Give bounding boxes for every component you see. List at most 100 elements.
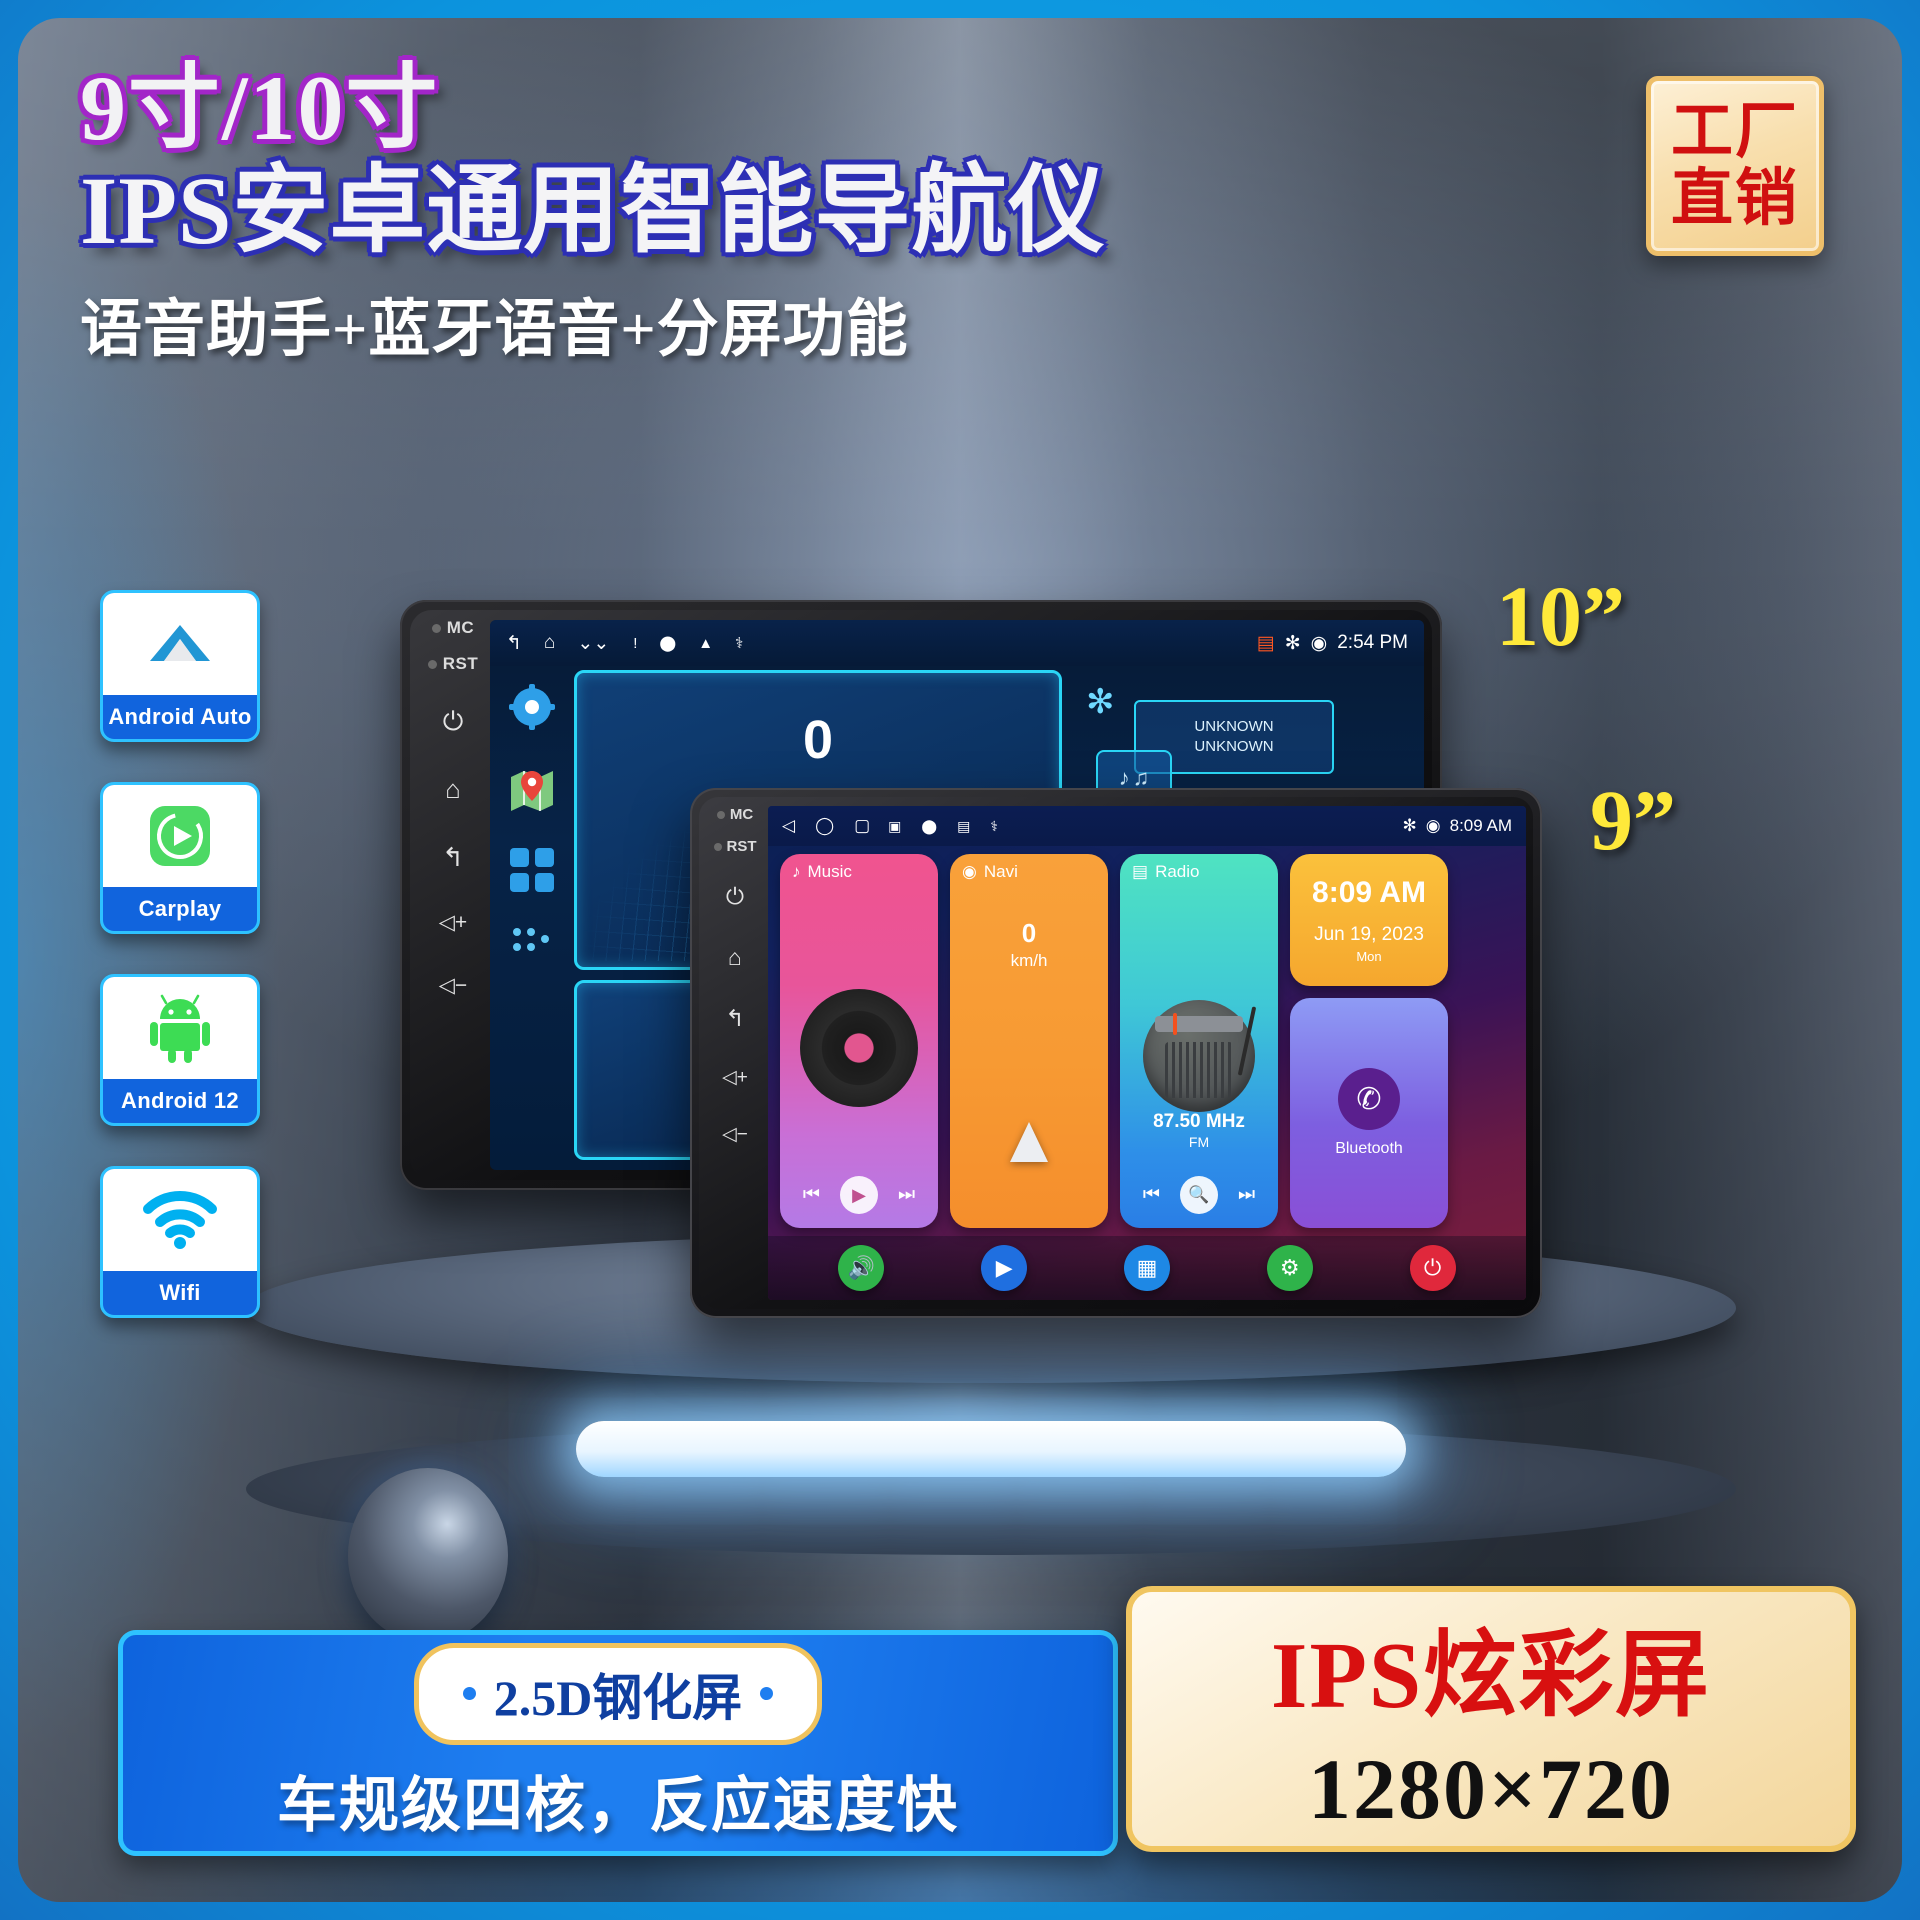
sd-card-icon: ▣ [888,817,902,834]
device-9-nav-icons: ◁ ◯ ▢ [782,816,870,836]
mc-indicator-dot [716,810,725,819]
phone-icon: ✆ [1338,1068,1400,1130]
radio-illustration [1143,999,1257,1112]
home-icon[interactable]: ⌂ [544,632,555,654]
feature-card-android-auto[interactable]: Android Auto [100,590,260,742]
feature-card-android12[interactable]: Android 12 [100,974,260,1126]
pill-bead-left [462,1687,476,1700]
volume-down-icon[interactable]: ◁− [439,975,467,996]
power-icon[interactable]: ⏻ [443,708,464,734]
device-10-status-bar: ↰ ⌂ ⌄⌄ ! ⬤ ▲ ⚕ ▤ ✻ ◉ 2:54 PM [490,620,1424,666]
usb-icon: ⚕ [990,817,998,834]
ips-resolution-badge: IPS炫彩屏 1280×720 [1126,1586,1856,1852]
home-icon[interactable]: ⌂ [728,946,742,969]
feature-card-carplay[interactable]: Carplay [100,782,260,934]
mc-button[interactable]: MC [716,806,753,823]
feature-card-wifi[interactable]: Wifi [100,1166,260,1318]
device-9-screen: ◁ ◯ ▢ ▣ ⬤ ▤ ⚕ ✻ ◉ 8:09 AM ♪ Music ⏮ ▶ ⏭ … [768,806,1526,1300]
feature-label: Android Auto [108,704,252,729]
home-circle-icon[interactable]: ◯ [815,816,834,836]
headline-size-line: 9寸/10寸 [80,57,440,159]
alert-triangle-icon: ▲ [698,634,714,652]
volume-up-icon[interactable]: ◁+ [722,1068,748,1087]
bt-device-name-1: UNKNOWN [1194,717,1274,735]
back-icon[interactable]: ↰ [725,1007,744,1030]
device-9-inch: MC RST ⏻ ⌂ ↰ ◁+ ◁− ◁ ◯ ▢ ▣ ⬤ ▤ ⚕ ✻ ◉ 8:0… [690,788,1542,1318]
headline-main-line: IPS安卓通用智能导航仪 [80,156,1106,264]
tile-radio-label: Radio [1155,862,1200,881]
radio-needle [1173,1012,1177,1035]
back-arrow-icon[interactable]: ↰ [506,632,522,655]
device-10-dock [490,666,574,1170]
tile-music[interactable]: ♪ Music ⏮ ▶ ⏭ [780,854,938,1228]
tile-bluetooth[interactable]: ✆ Bluetooth [1290,998,1448,1228]
tile-radio[interactable]: ▤ Radio 87.50 MHz FM ⏮ 🔍 ⏭ [1120,854,1278,1228]
feature-badge-list: Android Auto Carplay Android 12 Wifi [100,590,260,1318]
search-icon[interactable]: 🔍 [1180,1176,1218,1214]
bluetooth-icon: ✻ [1086,683,1115,721]
mc-button[interactable]: MC [431,618,474,638]
location-pin-icon: ⬤ [659,635,677,652]
tile-navi-header: ◉ Navi [962,862,1018,882]
tile-radio-header: ▤ Radio [1132,862,1199,882]
volume-up-icon[interactable]: ◁+ [439,912,467,933]
recents-square-icon[interactable]: ▢ [854,816,870,836]
headline-sub-line: 语音助手+蓝牙语音+分屏功能 [80,296,909,365]
usb-icon: ⚕ [735,635,744,652]
poster-panel: 9寸/10寸 IPS安卓通用智能导航仪 语音助手+蓝牙语音+分屏功能 工厂 直销… [18,18,1902,1902]
more-dots-icon[interactable] [512,927,552,958]
rst-button[interactable]: RST [713,838,757,855]
device-10-speed-value: 0 [802,710,834,770]
prev-icon[interactable]: ⏮ [1143,1184,1160,1206]
power-icon[interactable]: ⏻ [1409,1245,1456,1291]
podium-light-strip [576,1421,1406,1477]
next-icon[interactable]: ⏭ [898,1184,915,1206]
device-9-status-right: ✻ ◉ 8:09 AM [1403,816,1512,836]
android-robot-icon [103,977,257,1079]
wifi-icon [103,1169,257,1271]
back-icon[interactable]: ↰ [442,844,464,870]
apps-grid-icon[interactable]: ▦ [1123,1245,1170,1291]
rst-button[interactable]: RST [427,654,479,674]
rst-indicator-dot [427,659,437,669]
device-9-right-column: 8:09 AM Jun 19, 2023 Mon ✆ Bluetooth [1290,854,1448,1228]
layers-icon[interactable]: ⌄⌄ [577,632,609,655]
prev-icon[interactable]: ⏮ [803,1184,820,1206]
play-icon[interactable]: ▶ [981,1245,1028,1291]
device-9-tray-icons: ▣ ⬤ ▤ ⚕ [888,818,998,835]
home-icon[interactable]: ⌂ [445,776,461,802]
device-9-status-bar: ◁ ◯ ▢ ▣ ⬤ ▤ ⚕ ✻ ◉ 8:09 AM [768,806,1526,846]
feature-label: Wifi [159,1280,201,1305]
device-10-time: 2:54 PM [1337,632,1408,653]
tempered-glass-pill: 2.5D钢化屏 [413,1642,823,1745]
navi-speed-value: 0 [1021,918,1037,948]
clock-date: Jun 19, 2023 [1314,924,1424,945]
gps-pin-icon: ◉ [1310,632,1328,654]
music-controls: ⏮ ▶ ⏭ [780,1176,938,1214]
power-icon[interactable]: ⏻ [726,885,744,908]
device-9-side-rail: MC RST ⏻ ⌂ ↰ ◁+ ◁− [704,806,766,1300]
volume-icon[interactable]: 🔊 [838,1245,885,1291]
tile-clock[interactable]: 8:09 AM Jun 19, 2023 Mon [1290,854,1448,986]
factory-direct-badge: 工厂 直销 [1646,76,1824,256]
gps-pin-icon: ◉ [1425,816,1441,835]
ips-badge-resolution: 1280×720 [1307,1741,1674,1837]
apps-grid-icon[interactable] [510,848,554,897]
back-triangle-icon[interactable]: ◁ [782,816,795,836]
radio-band: FM [1188,1134,1210,1150]
settings-gear-icon[interactable]: ⚙ [1266,1245,1313,1291]
settings-gear-icon[interactable] [509,684,555,735]
tile-music-label: Music [807,862,852,881]
vinyl-record-art [800,989,918,1108]
next-icon[interactable]: ⏭ [1238,1184,1255,1206]
factory-badge-line2: 直销 [1670,165,1799,233]
banner-subtext: 车规级四核，反应速度快 [277,1772,959,1839]
device-9-tile-grid: ♪ Music ⏮ ▶ ⏭ ◉ Navi 0 km/h ▤ Radio 87.5… [768,846,1526,1236]
maps-icon[interactable] [509,765,555,818]
tile-navi[interactable]: ◉ Navi 0 km/h [950,854,1108,1228]
radio-frequency-value: 87.50 MHz [1153,1111,1245,1132]
play-icon[interactable]: ▶ [840,1176,878,1214]
volume-down-icon[interactable]: ◁− [722,1125,748,1144]
rst-label: RST [726,838,757,855]
android-auto-icon [103,593,257,695]
